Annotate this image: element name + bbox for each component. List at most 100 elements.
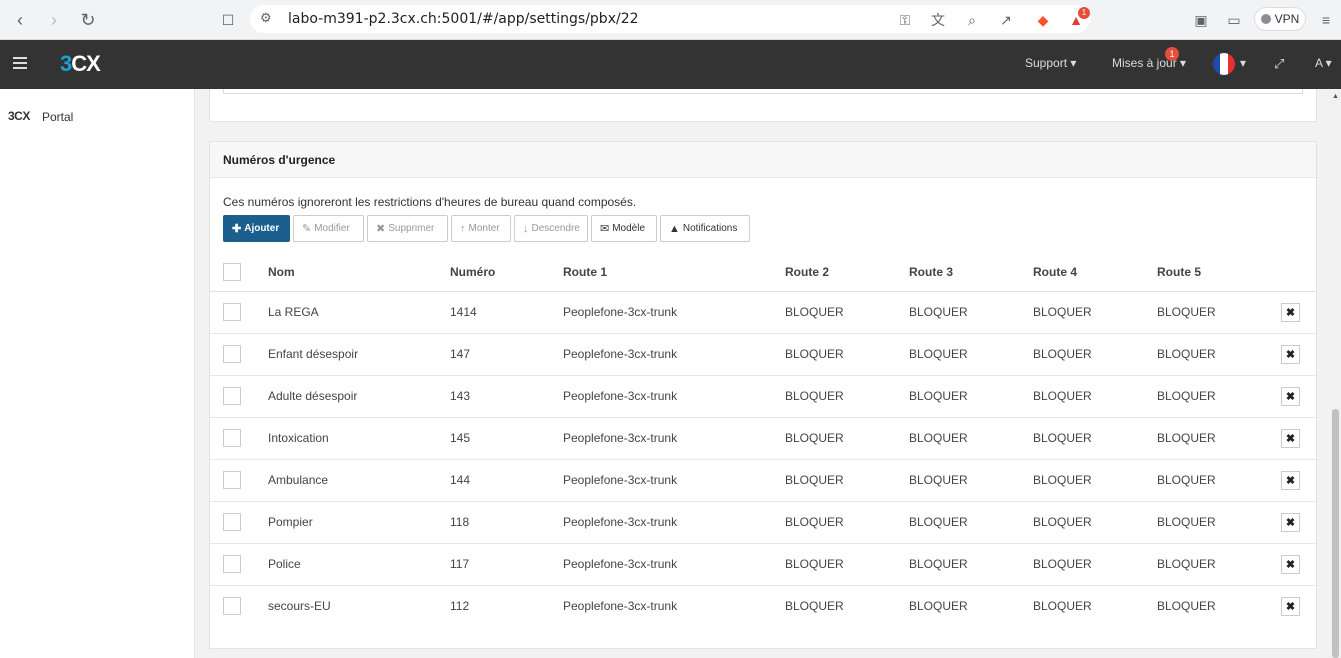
col-header-number[interactable]: Numéro <box>450 253 563 292</box>
reload-icon[interactable]: ↻ <box>76 8 100 32</box>
cell-route5: BLOQUER <box>1157 543 1281 586</box>
move-down-button[interactable]: ↓ Descendre <box>514 215 588 242</box>
cell-route4: BLOQUER <box>1033 501 1157 544</box>
sidebar-item-portal[interactable]: Portal <box>42 110 73 124</box>
cell-route3: BLOQUER <box>909 501 1033 544</box>
bookmark-icon[interactable]: ☐ <box>216 8 240 32</box>
delete-row-icon[interactable]: ✖ <box>1281 428 1300 448</box>
table-row[interactable]: Adulte désespoir 143 Peoplefone-3cx-trunk B… <box>210 375 1316 418</box>
row-checkbox[interactable] <box>223 303 241 321</box>
delete-row-icon[interactable]: ✖ <box>1281 554 1300 574</box>
back-icon[interactable]: ‹ <box>8 8 32 32</box>
menu-icon[interactable]: ≡ <box>1316 10 1336 30</box>
translate-icon[interactable]: 文 <box>928 10 948 30</box>
browser-toolbar: ‹ › ↻ ☐ ⚙ labo-m391-p2.3cx.ch:5001/#/app… <box>0 0 1341 40</box>
row-control-cell <box>210 543 268 586</box>
language-flag-icon[interactable] <box>1213 53 1235 75</box>
cell-route4: BLOQUER <box>1033 375 1157 418</box>
table-row[interactable]: Ambulance 144 Peoplefone-3cx-trunk BLOQUER B… <box>210 459 1316 502</box>
template-button[interactable]: ✉ Modèle <box>591 215 657 242</box>
cell-route4: BLOQUER <box>1033 417 1157 460</box>
row-checkbox[interactable] <box>223 513 241 531</box>
cell-number: 1414 <box>450 291 563 334</box>
delete-row-icon[interactable]: ✖ <box>1281 302 1300 322</box>
support-menu[interactable]: Support ▾ <box>1025 56 1076 70</box>
row-control-cell: ✖ <box>1281 459 1316 502</box>
table-row[interactable]: Pompier 118 Peoplefone-3cx-trunk BLOQUER BLO… <box>210 501 1316 544</box>
main-content: Numéros d'urgence Ces numéros ignoreront… <box>195 89 1330 658</box>
add-button[interactable]: ✚ Ajouter <box>223 215 290 242</box>
col-header-route5[interactable]: Route 5 <box>1157 253 1281 292</box>
cell-route5: BLOQUER <box>1157 333 1281 376</box>
fullscreen-icon[interactable]: ⤢ <box>1274 56 1284 72</box>
table-row[interactable]: secours-EU 112 Peoplefone-3cx-trunk BLOQUER… <box>210 585 1316 627</box>
cell-route2: BLOQUER <box>785 459 909 502</box>
key-icon[interactable]: ⚿ <box>895 10 915 30</box>
arrow-down-icon: ↓ <box>523 222 529 235</box>
delete-row-icon[interactable]: ✖ <box>1281 386 1300 406</box>
cell-route4: BLOQUER <box>1033 333 1157 376</box>
row-control-cell <box>210 459 268 502</box>
row-control-cell: ✖ <box>1281 291 1316 334</box>
wallet-icon[interactable]: ▭ <box>1224 10 1244 30</box>
delete-row-icon[interactable]: ✖ <box>1281 596 1300 616</box>
cell-route5: BLOQUER <box>1157 417 1281 460</box>
delete-button[interactable]: ✖ Supprimer <box>367 215 448 242</box>
app-header: 3CX Support ▾ Mises à jour ▾ 1 ▾ ⤢ A ▾ <box>0 40 1341 89</box>
row-checkbox[interactable] <box>223 429 241 447</box>
table-row[interactable]: Police 117 Peoplefone-3cx-trunk BLOQUER BLOQ… <box>210 543 1316 586</box>
cell-route3: BLOQUER <box>909 333 1033 376</box>
previous-panel <box>209 89 1317 122</box>
sidebar-toggle-icon[interactable]: ▣ <box>1191 10 1211 30</box>
cell-route5: BLOQUER <box>1157 599 1216 614</box>
row-checkbox[interactable] <box>223 471 241 489</box>
cell-route1: Peoplefone-3cx-trunk <box>563 543 785 586</box>
move-up-button[interactable]: ↑ Monter <box>451 215 511 242</box>
forward-icon[interactable]: › <box>42 8 66 32</box>
cell-route2: BLOQUER <box>785 543 909 586</box>
app-logo[interactable]: 3CX <box>60 51 101 77</box>
page-scrollbar[interactable]: ▲ <box>1330 89 1341 658</box>
row-checkbox[interactable] <box>223 345 241 363</box>
table-row[interactable]: Intoxication 145 Peoplefone-3cx-trunk BLOQU… <box>210 417 1316 460</box>
col-header-route3[interactable]: Route 3 <box>909 253 1033 292</box>
language-caret-icon[interactable]: ▾ <box>1240 56 1246 70</box>
cell-route2: BLOQUER <box>785 417 909 460</box>
delete-row-icon[interactable]: ✖ <box>1281 512 1300 532</box>
bell-icon: ▲ <box>669 222 680 235</box>
user-menu[interactable]: A ▾ <box>1315 56 1332 70</box>
hamburger-icon[interactable] <box>13 57 27 69</box>
url-text[interactable]: labo-m391-p2.3cx.ch:5001/#/app/settings/… <box>288 11 639 27</box>
sidebar-logo[interactable]: 3CX <box>8 109 30 123</box>
row-checkbox[interactable] <box>223 597 241 616</box>
col-header-route1[interactable]: Route 1 <box>563 253 785 292</box>
notifications-button[interactable]: ▲ Notifications <box>660 215 750 242</box>
brave-shield-icon[interactable]: ◆ <box>1033 10 1053 30</box>
cell-route2: BLOQUER <box>785 333 909 376</box>
row-control-cell <box>210 291 268 334</box>
scroll-up-icon[interactable]: ▲ <box>1332 93 1339 100</box>
col-header-route4[interactable]: Route 4 <box>1033 253 1157 292</box>
zoom-icon[interactable]: ⌕ <box>962 10 982 30</box>
cell-route1: Peoplefone-3cx-trunk <box>563 459 785 502</box>
row-checkbox[interactable] <box>223 555 241 573</box>
row-control-cell <box>210 375 268 418</box>
col-header-route2[interactable]: Route 2 <box>785 253 909 292</box>
cell-route3: BLOQUER <box>909 417 1033 460</box>
row-checkbox[interactable] <box>223 387 241 405</box>
col-header-name[interactable]: Nom <box>268 253 450 292</box>
delete-row-icon[interactable]: ✖ <box>1281 470 1300 490</box>
site-info-icon[interactable]: ⚙ <box>260 10 272 26</box>
scroll-thumb[interactable] <box>1332 409 1339 658</box>
cell-name: Police <box>268 543 450 586</box>
share-icon[interactable]: ↗ <box>996 10 1016 30</box>
toolbar: ✚ Ajouter ✎ Modifier ✖ Supprimer ↑ Monter ↓ D… <box>223 215 750 242</box>
table-row[interactable]: La REGA 1414 Peoplefone-3cx-trunk BLOQUER BL… <box>210 291 1316 334</box>
vpn-button[interactable]: VPN <box>1254 7 1306 31</box>
cell-route2: BLOQUER <box>785 291 909 334</box>
table-row[interactable]: Enfant désespoir 147 Peoplefone-3cx-trunk B… <box>210 333 1316 376</box>
edit-button[interactable]: ✎ Modifier <box>293 215 364 242</box>
select-all-checkbox[interactable] <box>223 262 241 281</box>
delete-row-icon[interactable]: ✖ <box>1281 344 1300 364</box>
row-control-cell <box>210 501 268 544</box>
